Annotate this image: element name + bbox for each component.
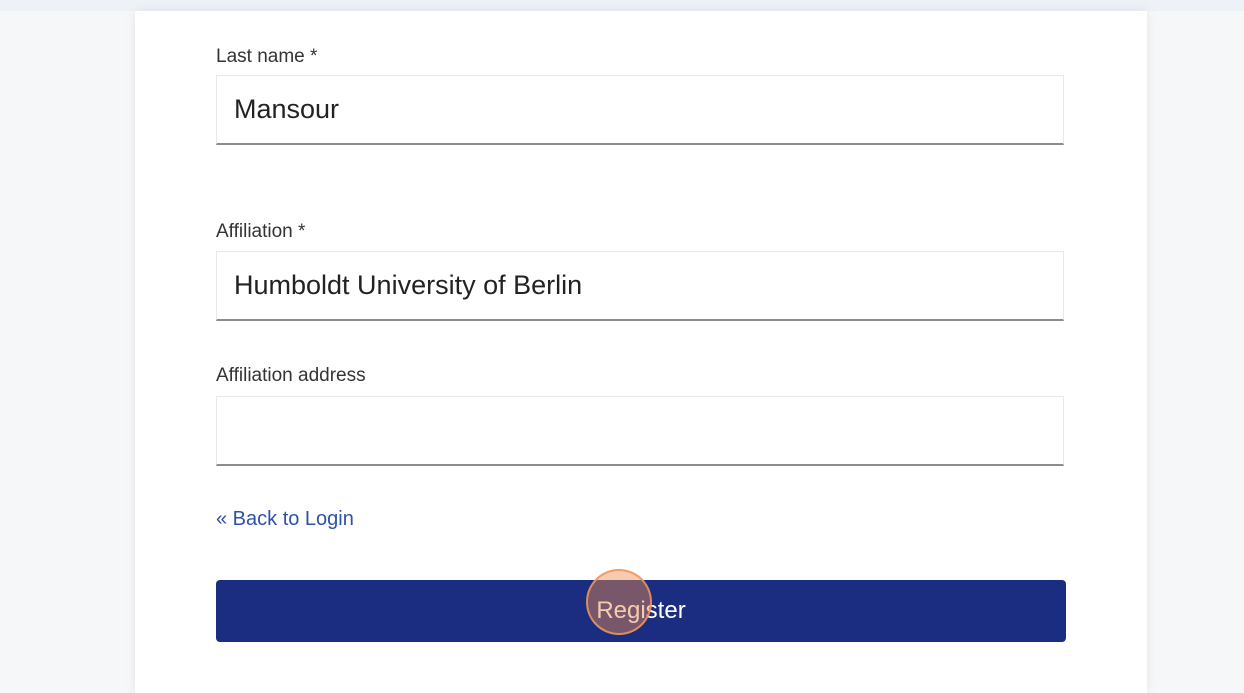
last-name-input[interactable] [216, 75, 1064, 145]
last-name-label: Last name * [216, 46, 318, 67]
page-top-strip [0, 0, 1244, 11]
affiliation-input[interactable] [216, 251, 1064, 321]
registration-card: Last name * Affiliation * Affiliation ad… [135, 11, 1147, 693]
affiliation-label: Affiliation * [216, 221, 306, 242]
back-to-login-link[interactable]: « Back to Login [216, 508, 354, 531]
register-button[interactable]: Register [216, 580, 1066, 642]
affiliation-address-input[interactable] [216, 396, 1064, 466]
affiliation-address-label: Affiliation address [216, 365, 366, 386]
